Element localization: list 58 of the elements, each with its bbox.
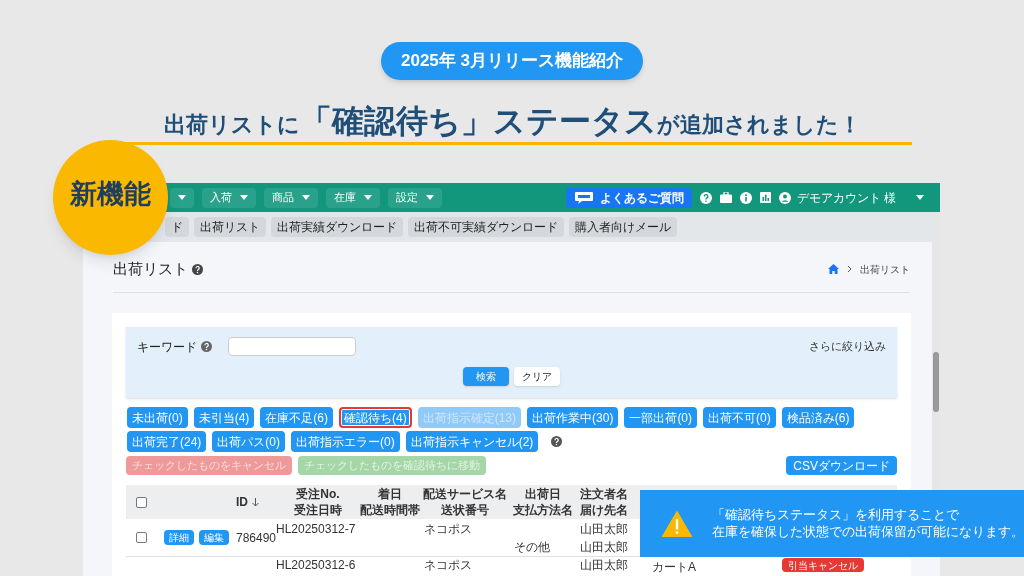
menu-dropdown[interactable]: 商品 bbox=[264, 187, 318, 208]
status-filter-button[interactable]: 出荷指示エラー(0) bbox=[291, 431, 400, 452]
table-cell-text: 山田太郎 bbox=[580, 539, 629, 554]
table-cell: 786490 bbox=[236, 530, 277, 545]
row-action-button[interactable]: 詳細 bbox=[164, 530, 194, 545]
table-cell-text: ネコポス bbox=[424, 558, 473, 572]
subnav-tab[interactable]: 出荷不可実績ダウンロード bbox=[408, 217, 564, 237]
status-filter-button[interactable]: 未出荷(0) bbox=[127, 407, 188, 428]
menu-dropdown[interactable]: 入荷 bbox=[202, 187, 256, 208]
csv-download-button[interactable]: CSVダウンロード bbox=[786, 456, 897, 475]
table-cell-text: 山田太郎 bbox=[580, 558, 629, 572]
menu-dropdown[interactable]: 在庫 bbox=[326, 187, 380, 208]
status-filter-button[interactable]: 検品済み(6) bbox=[781, 407, 855, 428]
more-filters-link[interactable]: さらに絞り込み bbox=[809, 338, 886, 355]
status-filter-button[interactable]: 確認待ち(4) bbox=[339, 407, 412, 428]
column-header[interactable]: ID bbox=[236, 495, 248, 509]
status-filter-button[interactable]: 出荷パス(0) bbox=[212, 431, 285, 452]
new-feature-badge: 新機能 bbox=[53, 140, 168, 255]
status-filter-button[interactable]: 出荷作業中(30) bbox=[527, 407, 619, 428]
column-header: 受注日時 bbox=[294, 503, 342, 517]
status-filter-button[interactable]: 出荷指示キャンセル(2) bbox=[405, 431, 539, 452]
release-badge: 2025年 3月リリース機能紹介 bbox=[381, 42, 643, 80]
faq-button[interactable]: よくあるご質問 bbox=[565, 187, 692, 208]
column-header: 配送サービス名 bbox=[423, 487, 507, 501]
cancel-allocation-button[interactable]: 引当キャンセル bbox=[782, 558, 864, 572]
column-header: 出荷日 bbox=[525, 487, 561, 501]
subnav-tab[interactable]: 出荷実績ダウンロード bbox=[271, 217, 403, 237]
status-filter-button[interactable]: 未引当(4) bbox=[193, 407, 255, 428]
column-header: 送状番号 bbox=[441, 503, 489, 517]
column-header: 届け先名 bbox=[580, 503, 628, 517]
subnav-tab[interactable]: ド bbox=[165, 217, 189, 237]
clear-button[interactable]: クリア bbox=[514, 367, 560, 386]
table-cell-text: その他 bbox=[514, 539, 551, 554]
breadcrumb-link[interactable]: 出荷リスト bbox=[860, 261, 910, 277]
page-title: 出荷リスト bbox=[113, 258, 188, 279]
subnav-tab[interactable]: 購入者向けメール bbox=[569, 217, 677, 237]
status-filter-button[interactable]: 出荷完了(24) bbox=[127, 431, 207, 452]
column-header: 支払方法名 bbox=[513, 503, 573, 517]
search-button[interactable]: 検索 bbox=[463, 367, 509, 386]
status-filter-button[interactable]: 一部出荷(0) bbox=[624, 407, 698, 428]
column-header: 受注No. bbox=[296, 487, 340, 501]
column-header: 注文者名 bbox=[580, 487, 628, 501]
headline: 出荷リストに「確認待ち」ステータスが追加されました！ bbox=[163, 102, 861, 140]
status-filter-button[interactable]: 出荷不可(0) bbox=[703, 407, 776, 428]
column-header: 配送時間帯 bbox=[360, 503, 420, 517]
table-cell-text: HL20250312-6 bbox=[276, 558, 357, 572]
table-cell-text: ネコポス bbox=[424, 521, 473, 536]
table-cell: カートA bbox=[652, 560, 696, 574]
account-menu[interactable]: デモアカウント 様 bbox=[778, 188, 924, 207]
table-cell-text: HL20250312-7 bbox=[276, 521, 357, 536]
keyword-label: キーワード bbox=[137, 338, 197, 356]
row-action-button[interactable]: 編集 bbox=[199, 530, 229, 545]
subnav-tab[interactable]: 出荷リスト bbox=[194, 217, 266, 237]
menu-dropdown[interactable]: 設定 bbox=[388, 187, 442, 208]
table-cell-text: 山田太郎 bbox=[580, 521, 629, 536]
callout-text: 「確認待ちステータス」を利用することで 在庫を確保した状態での出荷保留が可能になります。 bbox=[712, 506, 1024, 541]
column-header: 着日 bbox=[378, 487, 402, 501]
status-filter-button[interactable]: 在庫不足(6) bbox=[260, 407, 333, 428]
